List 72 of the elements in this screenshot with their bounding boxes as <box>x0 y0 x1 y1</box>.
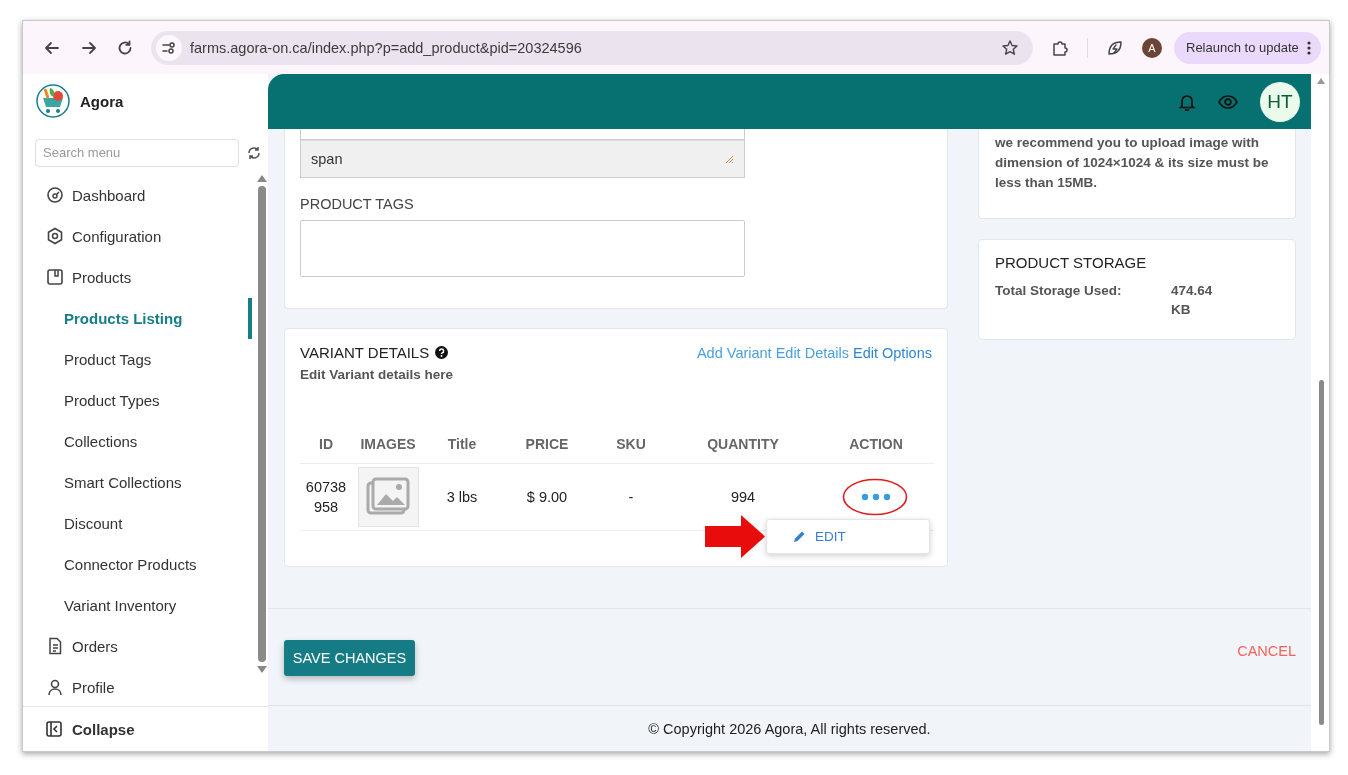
upload-note: we recommend you to upload image with dimension of 1024×1024 & its size must be less than 15MB. <box>995 134 1270 192</box>
more-icon[interactable] <box>1306 40 1311 55</box>
nav-item[interactable]: Orders <box>23 625 256 667</box>
gauge-icon <box>46 186 64 205</box>
scroll-up-icon[interactable] <box>257 174 267 182</box>
column-header: IMAGES <box>352 425 424 464</box>
action-link[interactable]: Edit Options <box>853 345 932 361</box>
copyright-text: © Copyright 2026 Agora, All rights reserved. <box>648 720 931 737</box>
section-title: VARIANT DETAILS <box>300 343 430 361</box>
pointer-arrow <box>705 515 765 558</box>
user-avatar[interactable]: HT <box>1260 81 1300 122</box>
bell-icon[interactable] <box>1178 92 1196 111</box>
puzzle-icon[interactable] <box>1051 38 1069 57</box>
table-cell: $ 9.00 <box>526 489 568 505</box>
site-settings-icon[interactable] <box>156 34 182 61</box>
nav-item[interactable]: Connector Products <box>23 543 256 585</box>
column-header: ACTION <box>818 425 934 464</box>
edit-menu-item[interactable]: EDIT <box>767 520 929 553</box>
table-cell: - <box>628 489 634 505</box>
input-field[interactable] <box>300 129 745 140</box>
nav-item[interactable]: Profile <box>23 666 256 707</box>
tags-field[interactable] <box>300 220 745 277</box>
table-cell: 994 <box>730 489 756 505</box>
nav-item[interactable]: Products Listing <box>23 297 256 339</box>
nav-item[interactable]: Variant Inventory <box>23 584 256 626</box>
leaf-icon[interactable] <box>1106 38 1124 57</box>
nav-item[interactable]: Collections <box>23 420 256 462</box>
star-icon[interactable] <box>1001 38 1019 57</box>
highlight-ellipse <box>842 478 908 516</box>
column-header: Title <box>424 425 500 464</box>
column-header: PRICE <box>500 425 594 464</box>
scroll-down-icon[interactable] <box>257 665 267 673</box>
help-icon[interactable] <box>435 345 449 359</box>
section-subtitle: Edit Variant details here <box>300 367 455 382</box>
collapse-icon <box>46 721 62 738</box>
storage-value: 474.64 KB <box>1171 282 1214 319</box>
resize-handle-icon[interactable] <box>725 154 734 164</box>
section-title: PRODUCT STORAGE <box>995 254 1148 271</box>
nav-item[interactable]: Configuration <box>23 215 256 257</box>
reload-icon[interactable] <box>116 38 134 57</box>
logo-icon <box>36 84 70 119</box>
image-icon <box>366 477 410 517</box>
scroll-up-icon[interactable] <box>1317 78 1325 84</box>
search-field[interactable]: Search menu <box>35 138 239 167</box>
save-button[interactable]: SAVE CHANGES <box>284 640 415 676</box>
document-icon <box>46 637 64 656</box>
profile-avatar[interactable]: A <box>1142 37 1162 58</box>
box-icon <box>46 268 64 287</box>
active-indicator <box>248 297 252 339</box>
table-cell-text: 60738958 <box>304 478 348 517</box>
nav-item[interactable]: Discount <box>23 502 256 544</box>
nav-item[interactable]: Product Tags <box>23 338 256 380</box>
refresh-icon[interactable] <box>247 145 261 160</box>
pencil-icon <box>793 530 806 543</box>
eye-icon[interactable] <box>1218 93 1238 110</box>
address-bar[interactable]: farms.agora-on.ca/index.php?p=add_product&pid=20324596 <box>151 30 1033 65</box>
nav-item[interactable]: Products <box>23 256 256 298</box>
nav-item[interactable]: Smart Collections <box>23 461 256 503</box>
relaunch-button[interactable]: Relaunch to update <box>1174 31 1321 64</box>
table-cell: 3 lbs <box>446 489 478 505</box>
hexagon-icon <box>46 227 64 246</box>
column-header: SKU <box>594 425 668 464</box>
field-label: PRODUCT TAGS <box>300 196 415 212</box>
person-icon <box>46 678 64 697</box>
collapse-button[interactable]: Collapse <box>23 706 268 751</box>
nav-item[interactable]: Product Types <box>23 379 256 421</box>
text-area[interactable]: span <box>300 140 745 178</box>
column-header: QUANTITY <box>668 425 818 464</box>
column-header: ID <box>300 425 352 464</box>
nav-item[interactable]: Dashboard <box>23 174 256 216</box>
brand-name: Agora <box>80 92 124 110</box>
storage-label: Total Storage Used: <box>995 282 1123 300</box>
